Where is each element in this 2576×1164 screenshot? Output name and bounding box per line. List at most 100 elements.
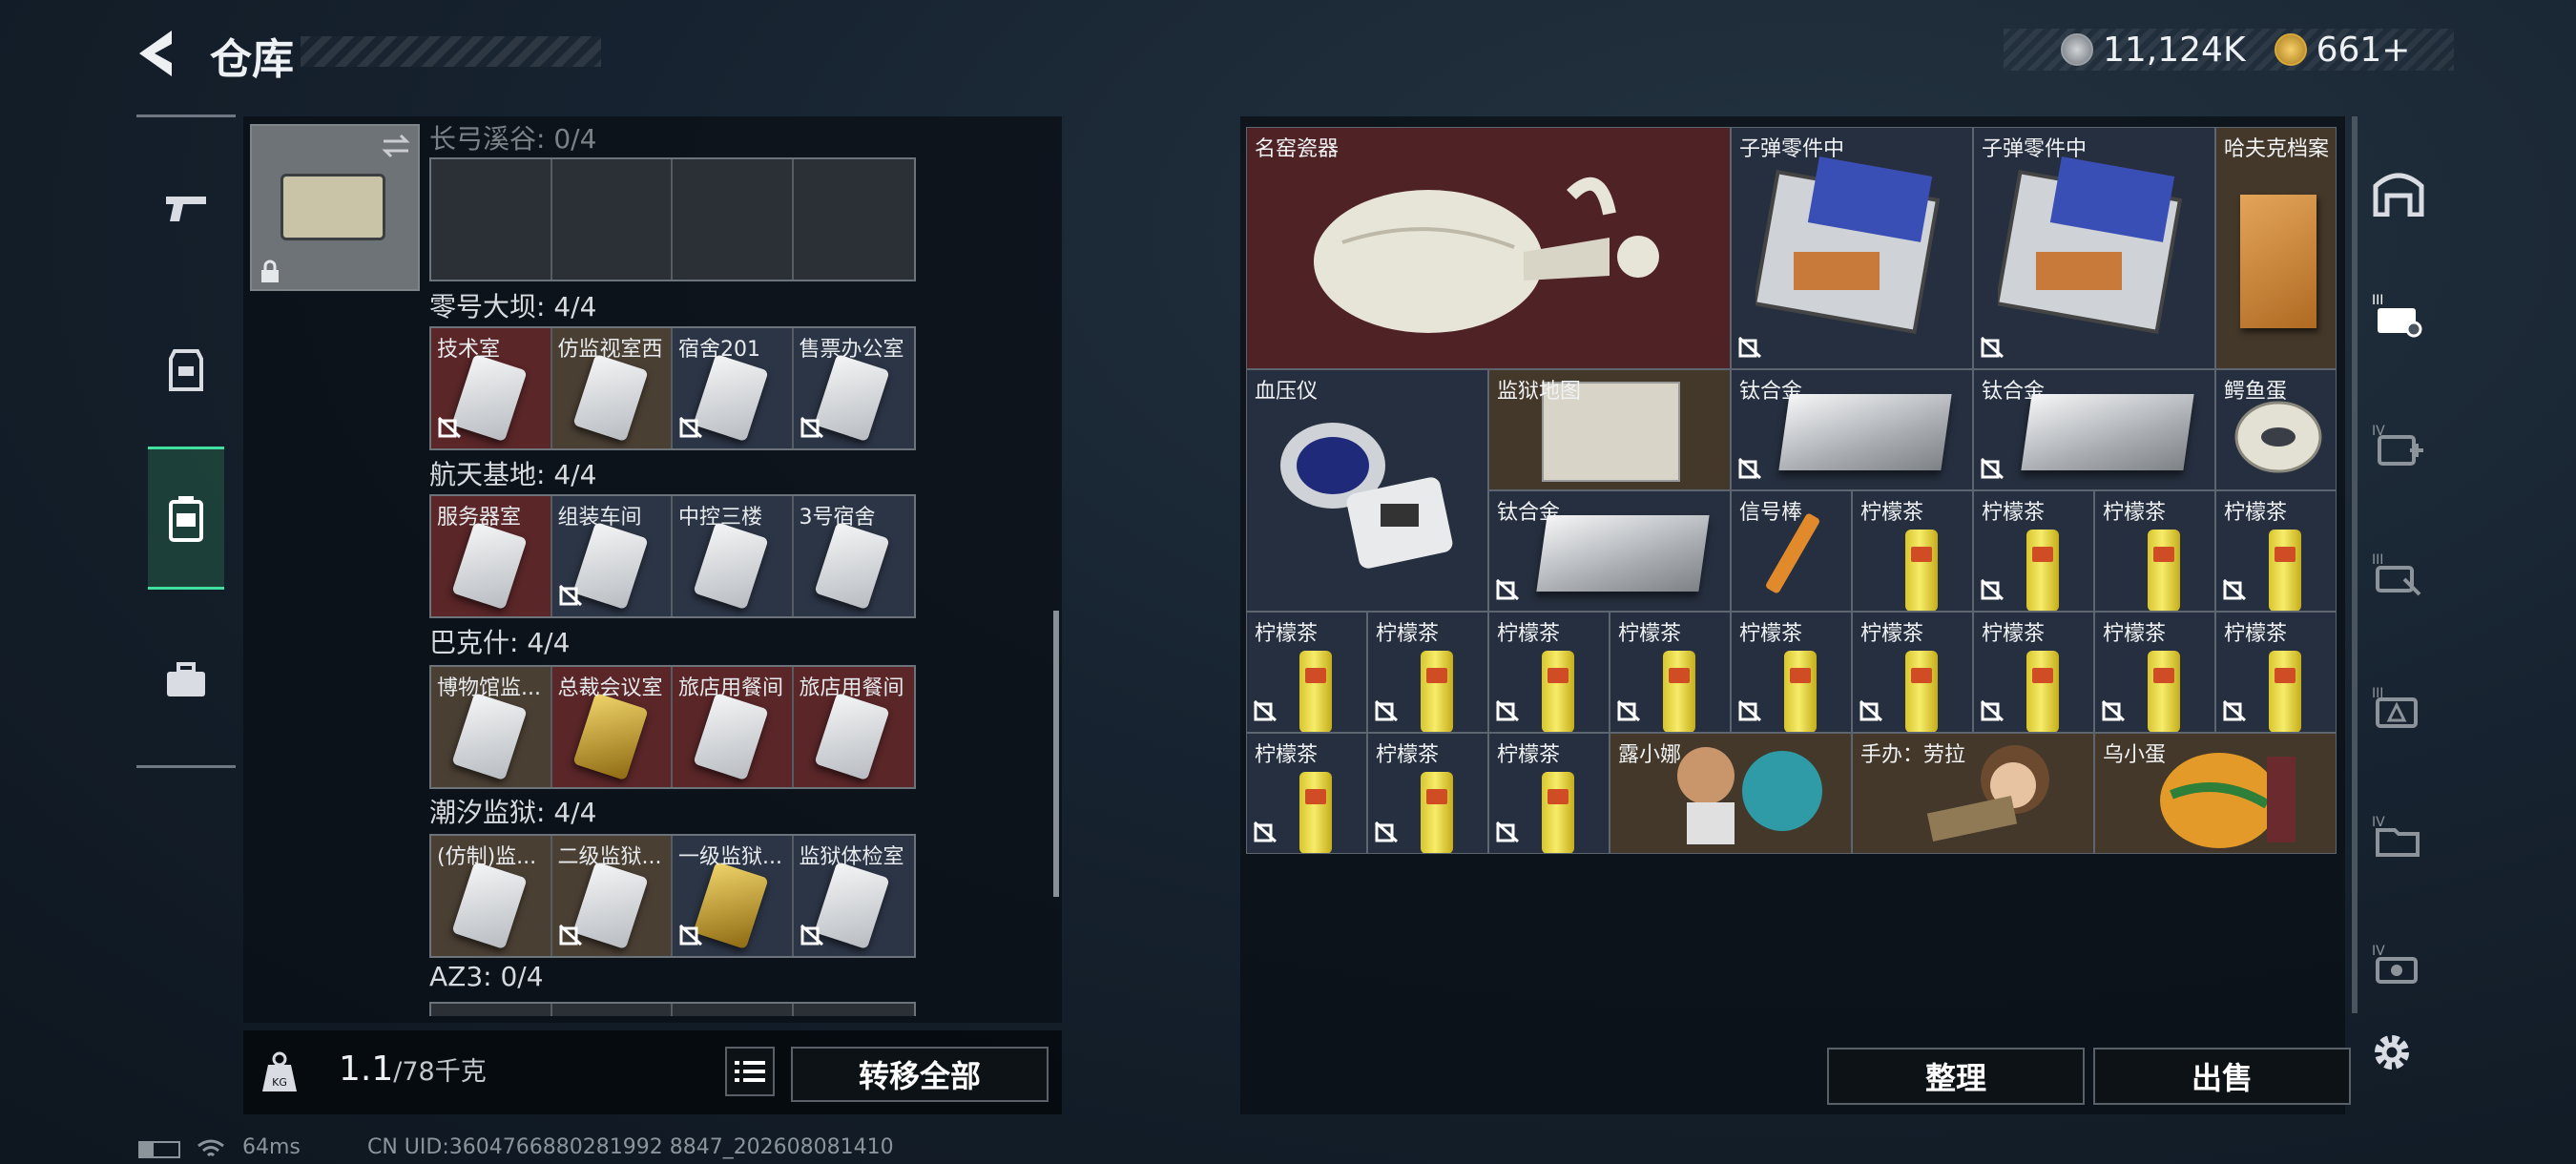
stash-item-t8[interactable]: 柠檬茶	[1610, 612, 1731, 733]
uid-text: CN UID:3604766880281992 8847_20260808141…	[367, 1135, 894, 1159]
ping-text: 64ms	[242, 1135, 301, 1159]
tier3-ammo-icon: III	[2372, 686, 2418, 728]
nav-items[interactable]	[148, 609, 224, 752]
keycard-label: 旅店用餐间	[799, 676, 904, 700]
no-trade-icon	[1737, 457, 1762, 484]
battery-icon	[138, 1141, 180, 1158]
stash-item-t3[interactable]: 柠檬茶	[2094, 490, 2215, 612]
stash-item-lu[interactable]: 露小娜	[1610, 733, 1852, 854]
nav-tier3-ammo[interactable]: III	[2367, 679, 2430, 737]
stash-item-vase[interactable]: 名窑瓷器	[1246, 127, 1731, 369]
nav-equipment[interactable]	[148, 299, 224, 442]
keycard-slot[interactable]: 博物馆监...	[431, 667, 552, 787]
page-title: 仓库	[210, 35, 294, 84]
back-button[interactable]	[134, 27, 191, 80]
empty-keycard-slot[interactable]	[793, 1004, 914, 1016]
nav-warehouse[interactable]	[2367, 164, 2430, 221]
stash-item-ti1[interactable]: 钛合金	[1731, 369, 1973, 490]
keycard-slot[interactable]: 监狱体检室	[793, 836, 914, 956]
keycard-slot[interactable]: 一级监狱...	[673, 836, 794, 956]
keycard-slot[interactable]: 仿监视室西	[551, 328, 673, 448]
stash-item-t12[interactable]: 柠檬茶	[2094, 612, 2215, 733]
keycard-grid	[429, 1002, 916, 1016]
stash-item-file[interactable]: 哈夫克档案	[2215, 127, 2337, 369]
keycard-slot[interactable]: 二级监狱...	[551, 836, 673, 956]
settings-gear-icon[interactable]	[2368, 1029, 2416, 1076]
stash-item-t5[interactable]: 柠檬茶	[1246, 612, 1367, 733]
stash-item-t9[interactable]: 柠檬茶	[1731, 612, 1852, 733]
svg-text:KG: KG	[272, 1076, 287, 1089]
nav-tier4-gear[interactable]: IV	[2367, 937, 2430, 994]
keycard-slot[interactable]: 组装车间	[551, 496, 673, 616]
swap-icon[interactable]	[380, 132, 412, 160]
empty-keycard-slot[interactable]	[673, 1004, 794, 1016]
stash-item-t1[interactable]: 柠檬茶	[1852, 490, 1973, 612]
no-trade-icon	[558, 924, 583, 950]
item-label: 子弹零件中	[1739, 137, 1845, 161]
sell-button[interactable]: 出售	[2093, 1048, 2351, 1105]
sort-button[interactable]: 整理	[1827, 1048, 2085, 1105]
stash-item-t4[interactable]: 柠檬茶	[2215, 490, 2337, 612]
transfer-all-button[interactable]: 转移全部	[791, 1047, 1049, 1102]
empty-keycard-slot[interactable]	[673, 159, 794, 280]
stash-item-t2[interactable]: 柠檬茶	[1973, 490, 2094, 612]
stash-item-bp[interactable]: 血压仪	[1246, 369, 1488, 612]
item-label: 名窑瓷器	[1255, 137, 1340, 161]
item-label: 柠檬茶	[1982, 622, 2046, 646]
stash-item-t7[interactable]: 柠檬茶	[1488, 612, 1610, 733]
stash-item-t16[interactable]: 柠檬茶	[1488, 733, 1610, 854]
keycard-slot[interactable]: (仿制)监...	[431, 836, 552, 956]
nav-weapons[interactable]	[148, 136, 224, 280]
item-label: 钛合金	[1982, 380, 2046, 404]
stash-item-ammo1[interactable]: 子弹零件中	[1731, 127, 1973, 369]
stash-item-t14[interactable]: 柠檬茶	[1246, 733, 1367, 854]
stash-item-wu[interactable]: 乌小蛋	[2094, 733, 2337, 854]
keycard-slot[interactable]: 服务器室	[431, 496, 552, 616]
keycard-case-slot[interactable]	[250, 124, 420, 291]
item-label: 钛合金	[1497, 501, 1561, 525]
stash-item-t15[interactable]: 柠檬茶	[1367, 733, 1488, 854]
nav-tier3-tool[interactable]: III	[2367, 546, 2430, 603]
nav-tier4-file[interactable]: IV	[2367, 808, 2430, 865]
empty-keycard-slot[interactable]	[551, 1004, 673, 1016]
stash-item-t11[interactable]: 柠檬茶	[1973, 612, 2094, 733]
nav-tier3-case[interactable]: III	[2367, 286, 2430, 343]
keycard-label: (仿制)监...	[437, 845, 537, 869]
keycard-slot[interactable]: 技术室	[431, 328, 552, 448]
stash-item-map[interactable]: 监狱地图	[1488, 369, 1731, 490]
stash-item-flare[interactable]: 信号棒	[1731, 490, 1852, 612]
svg-text:III: III	[2372, 552, 2383, 568]
list-view-button[interactable]	[725, 1047, 775, 1096]
keycard-grid	[429, 157, 916, 281]
stash-item-t13[interactable]: 柠檬茶	[2215, 612, 2337, 733]
keycard-image	[451, 692, 528, 781]
stash-item-ammo2[interactable]: 子弹零件中	[1973, 127, 2215, 369]
stash-item-ti2[interactable]: 钛合金	[1973, 369, 2215, 490]
keycard-slot[interactable]: 旅店用餐间	[673, 667, 794, 787]
keycard-slot[interactable]: 旅店用餐间	[793, 667, 914, 787]
nav-keycards[interactable]	[148, 447, 224, 590]
keycard-slot[interactable]: 宿舍201	[673, 328, 794, 448]
keycard-scrollbar[interactable]	[1053, 611, 1059, 897]
no-trade-icon	[1616, 699, 1641, 726]
stash-item-egg[interactable]: 鳄鱼蛋	[2215, 369, 2337, 490]
gold-amount[interactable]: 661+	[2316, 31, 2411, 70]
nav-tier4-medkit[interactable]: IV	[2367, 417, 2430, 474]
keycard-slot[interactable]: 售票办公室	[793, 328, 914, 448]
empty-keycard-slot[interactable]	[431, 1004, 552, 1016]
list-icon	[735, 1061, 765, 1082]
keycard-slot[interactable]: 中控三楼	[673, 496, 794, 616]
empty-keycard-slot[interactable]	[431, 159, 552, 280]
keycard-image	[693, 861, 769, 950]
stash-item-ti3[interactable]: 钛合金	[1488, 490, 1731, 612]
empty-keycard-slot[interactable]	[793, 159, 914, 280]
keycard-slot[interactable]: 总裁会议室	[551, 667, 673, 787]
stash-item-fig[interactable]: 手办：劳拉	[1852, 733, 2094, 854]
back-arrow-icon	[139, 31, 172, 76]
no-trade-icon	[1374, 821, 1399, 847]
stash-item-t10[interactable]: 柠檬茶	[1852, 612, 1973, 733]
item-label: 手办：劳拉	[1860, 743, 1966, 767]
keycard-slot[interactable]: 3号宿舍	[793, 496, 914, 616]
empty-keycard-slot[interactable]	[551, 159, 673, 280]
stash-item-t6[interactable]: 柠檬茶	[1367, 612, 1488, 733]
